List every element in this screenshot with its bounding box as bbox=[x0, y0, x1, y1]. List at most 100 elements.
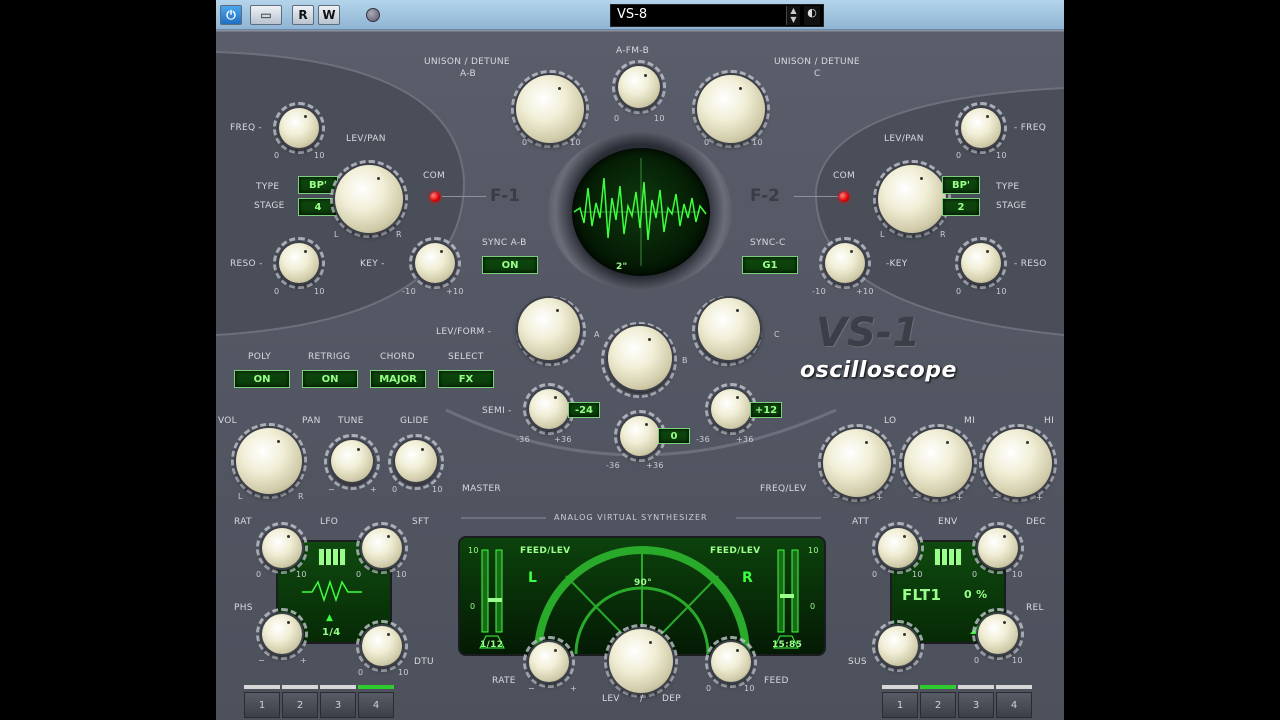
lfo-phs-min: − bbox=[258, 656, 266, 665]
f1-key-knob[interactable] bbox=[415, 243, 455, 283]
tab-right-2[interactable]: 2 bbox=[920, 692, 956, 718]
tab-left-1[interactable]: 1 bbox=[244, 692, 280, 718]
env-dec-max: 10 bbox=[1012, 570, 1023, 579]
power-button[interactable]: ⏻ bbox=[220, 5, 242, 25]
eq-hi-max: + bbox=[1036, 493, 1044, 502]
f1-levpan-label: LEV/PAN bbox=[346, 134, 386, 144]
compare-button[interactable]: ▭ bbox=[250, 5, 282, 25]
f1-reso-min: 0 bbox=[274, 287, 280, 296]
f1-com-label: COM bbox=[423, 171, 446, 181]
env-amount: 0 % bbox=[964, 588, 988, 601]
chord-display[interactable]: MAJOR bbox=[370, 370, 426, 388]
f1-stage-label: STAGE bbox=[254, 201, 285, 211]
preset-menu-icon[interactable]: ◐ bbox=[804, 6, 820, 25]
f2-reso-knob[interactable] bbox=[961, 243, 1001, 283]
levform-label: LEV/FORM - bbox=[436, 327, 492, 337]
sync-ab-display[interactable]: ON bbox=[482, 256, 538, 274]
lfo-sft-knob[interactable] bbox=[362, 528, 402, 568]
fx-levdep-knob[interactable] bbox=[609, 629, 673, 693]
tab-right-3[interactable]: 3 bbox=[958, 692, 994, 718]
f1-levpan-right: R bbox=[396, 230, 402, 239]
tab-left-4[interactable]: 4 bbox=[358, 692, 394, 718]
semi-b-min: -36 bbox=[606, 461, 620, 470]
fx-scale-10-l: 10 bbox=[468, 546, 479, 555]
env-dec-label: DEC bbox=[1026, 517, 1046, 527]
tab-right-4[interactable]: 4 bbox=[996, 692, 1032, 718]
sync-c-display[interactable]: G1 bbox=[742, 256, 798, 274]
synth-panel: UNISON / DETUNE A-B 0 10 A-FM-B 0 10 UNI… bbox=[216, 30, 1064, 720]
lfo-sft-min: 0 bbox=[356, 570, 362, 579]
eq-lo-label: LO bbox=[884, 416, 897, 426]
select-display[interactable]: FX bbox=[438, 370, 494, 388]
scope-waveform bbox=[573, 158, 707, 266]
f2-type-display[interactable]: BP' bbox=[942, 176, 980, 194]
f1-com-led[interactable] bbox=[430, 192, 440, 202]
f2-key-knob[interactable] bbox=[825, 243, 865, 283]
f2-levpan-knob[interactable] bbox=[878, 165, 946, 233]
f2-freq-min: 0 bbox=[956, 151, 962, 160]
lfo-phs-knob[interactable] bbox=[262, 614, 302, 654]
glide-max: 10 bbox=[432, 485, 443, 494]
f1-key-label: KEY - bbox=[360, 259, 385, 269]
lfo-dtu-knob[interactable] bbox=[362, 626, 402, 666]
tab-right-1[interactable]: 1 bbox=[882, 692, 918, 718]
osc-b-knob[interactable] bbox=[608, 326, 672, 390]
f2-key-label: -KEY bbox=[886, 259, 908, 269]
unison-c-sub: C bbox=[814, 69, 821, 79]
tab-left-3[interactable]: 3 bbox=[320, 692, 356, 718]
env-att-knob[interactable] bbox=[878, 528, 918, 568]
lfo-label: LFO bbox=[320, 517, 339, 527]
vol-pan-knob[interactable] bbox=[236, 428, 302, 494]
f1-freq-min: 0 bbox=[274, 151, 280, 160]
select-label: SELECT bbox=[448, 352, 484, 362]
eq-mi-knob[interactable] bbox=[904, 429, 972, 497]
env-att-max: 10 bbox=[912, 570, 923, 579]
osc-c-knob[interactable] bbox=[698, 298, 760, 360]
eq-lo-knob[interactable] bbox=[823, 429, 891, 497]
poly-display[interactable]: ON bbox=[234, 370, 290, 388]
semi-c-knob[interactable] bbox=[711, 389, 751, 429]
bypass-indicator[interactable] bbox=[366, 8, 380, 22]
glide-min: 0 bbox=[392, 485, 398, 494]
fx-feed-label: FEED bbox=[764, 676, 789, 686]
fx-rate-knob[interactable] bbox=[529, 642, 569, 682]
semi-b-display[interactable]: 0 bbox=[658, 428, 690, 444]
tab-left-2[interactable]: 2 bbox=[282, 692, 318, 718]
fx-feed-knob[interactable] bbox=[711, 642, 751, 682]
unison-c-knob[interactable] bbox=[697, 75, 765, 143]
afmb-knob[interactable] bbox=[618, 66, 660, 108]
lfo-dtu-label: DTU bbox=[414, 657, 434, 667]
semi-a-display[interactable]: -24 bbox=[568, 402, 600, 418]
f1-reso-knob[interactable] bbox=[279, 243, 319, 283]
read-automation-button[interactable]: R bbox=[292, 5, 314, 25]
lfo-sft-label: SFT bbox=[412, 517, 430, 527]
env-dec-knob[interactable] bbox=[978, 528, 1018, 568]
lfo-waveform-icon bbox=[302, 579, 362, 603]
f1-reso-max: 10 bbox=[314, 287, 325, 296]
semi-c-display[interactable]: +12 bbox=[750, 402, 782, 418]
f2-reso-max: 10 bbox=[996, 287, 1007, 296]
unison-ab-knob[interactable] bbox=[516, 75, 584, 143]
f1-levpan-knob[interactable] bbox=[335, 165, 403, 233]
write-automation-button[interactable]: W bbox=[318, 5, 340, 25]
f2-stage-display[interactable]: 2 bbox=[942, 198, 980, 216]
tune-knob[interactable] bbox=[331, 440, 373, 482]
f2-com-led[interactable] bbox=[839, 192, 849, 202]
fx-scale-0-r: 0 bbox=[810, 602, 816, 611]
f1-freq-knob[interactable] bbox=[279, 108, 319, 148]
semi-a-knob[interactable] bbox=[529, 389, 569, 429]
lfo-up-arrow-icon: ▲ bbox=[326, 613, 333, 623]
semi-b-knob[interactable] bbox=[620, 416, 660, 456]
env-sus-knob[interactable] bbox=[878, 626, 918, 666]
f2-freq-knob[interactable] bbox=[961, 108, 1001, 148]
retrigg-display[interactable]: ON bbox=[302, 370, 358, 388]
fx-angle: 90° bbox=[634, 578, 652, 588]
eq-hi-knob[interactable] bbox=[984, 429, 1052, 497]
lfo-rat-knob[interactable] bbox=[262, 528, 302, 568]
env-rel-knob[interactable] bbox=[978, 614, 1018, 654]
f2-com-label: COM bbox=[833, 171, 856, 181]
osc-a-knob[interactable] bbox=[518, 298, 580, 360]
glide-knob[interactable] bbox=[395, 440, 437, 482]
preset-stepper[interactable]: ▲ ▼ bbox=[786, 6, 800, 25]
lfo-dtu-max: 10 bbox=[398, 668, 409, 677]
